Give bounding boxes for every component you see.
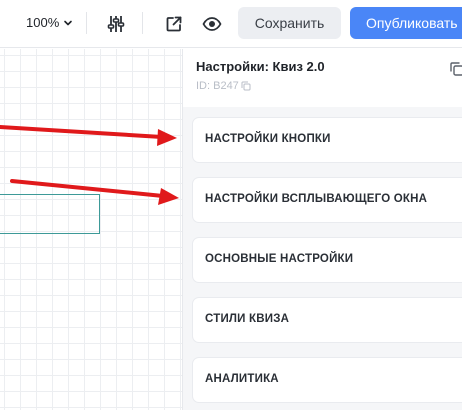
section-quiz-styles[interactable]: СТИЛИ КВИЗА bbox=[192, 297, 462, 343]
section-label: АНАЛИТИКА bbox=[205, 373, 279, 385]
section-label: ОСНОВНЫЕ НАСТРОЙКИ bbox=[205, 253, 354, 265]
section-button-settings[interactable]: НАСТРОЙКИ КНОПКИ bbox=[192, 117, 462, 163]
editor-canvas[interactable] bbox=[0, 49, 182, 410]
zoom-dropdown[interactable]: 100% bbox=[26, 15, 73, 30]
top-toolbar: 100% Сохранить Опубликовать bbox=[0, 0, 462, 48]
eye-icon bbox=[202, 17, 222, 31]
toolbar-divider bbox=[86, 12, 87, 34]
toolbar-divider bbox=[142, 12, 143, 34]
editor-window: 100% Сохранить Опубликовать Настройки: К… bbox=[0, 0, 462, 410]
copy-icon[interactable] bbox=[449, 61, 462, 77]
open-external-button[interactable] bbox=[162, 12, 186, 36]
section-analytics[interactable]: АНАЛИТИКА bbox=[192, 357, 462, 403]
section-popup-settings[interactable]: НАСТРОЙКИ ВСПЛЫВАЮЩЕГО ОКНА bbox=[192, 177, 462, 223]
publish-button[interactable]: Опубликовать bbox=[350, 7, 462, 39]
zoom-label: 100% bbox=[26, 15, 60, 30]
selected-block-outline[interactable] bbox=[0, 194, 100, 234]
external-link-icon bbox=[166, 16, 182, 32]
block-id-label: ID: B247 bbox=[196, 80, 239, 92]
sliders-icon bbox=[107, 16, 125, 32]
section-main-settings[interactable]: ОСНОВНЫЕ НАСТРОЙКИ bbox=[192, 237, 462, 283]
save-button[interactable]: Сохранить bbox=[238, 7, 341, 39]
panel-title: Настройки: Квиз 2.0 bbox=[196, 59, 325, 74]
settings-sliders-button[interactable] bbox=[104, 12, 128, 36]
section-label: НАСТРОЙКИ ВСПЛЫВАЮЩЕГО ОКНА bbox=[205, 193, 428, 205]
chevron-down-icon bbox=[64, 20, 73, 25]
settings-panel: Настройки: Квиз 2.0 ID: B247 НАСТРОЙКИ К… bbox=[182, 49, 462, 410]
section-label: СТИЛИ КВИЗА bbox=[205, 313, 290, 325]
panel-header: Настройки: Квиз 2.0 ID: B247 bbox=[183, 49, 462, 107]
copy-icon[interactable] bbox=[241, 81, 251, 91]
preview-button[interactable] bbox=[200, 12, 224, 36]
block-id: ID: B247 bbox=[196, 80, 251, 92]
section-label: НАСТРОЙКИ КНОПКИ bbox=[205, 133, 331, 145]
